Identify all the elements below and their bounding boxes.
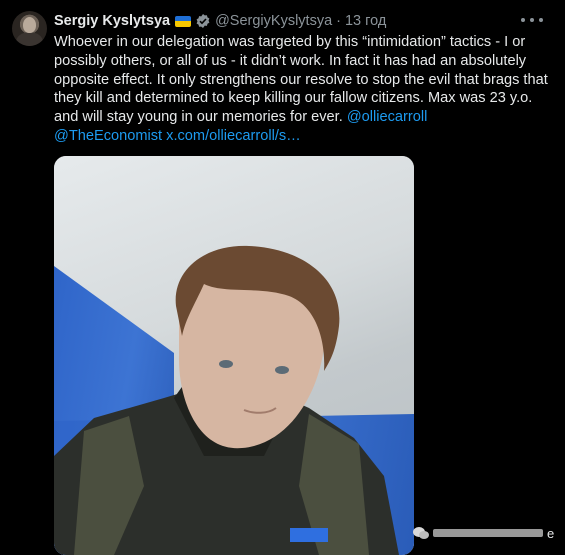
avatar-face bbox=[23, 17, 36, 33]
tweet-header: Sergiy Kyslytsya @SergiyKyslytsya · 13 г… bbox=[54, 11, 386, 31]
verified-badge-icon bbox=[195, 13, 211, 29]
mention-link[interactable]: @olliecarroll bbox=[347, 109, 428, 125]
mention-link-economist[interactable]: @TheEconomist bbox=[54, 128, 162, 144]
watermark-letter: e bbox=[547, 525, 555, 541]
url-link[interactable]: x.com/olliecarroll/s… bbox=[166, 128, 301, 144]
timestamp[interactable]: 13 год bbox=[345, 13, 386, 29]
tweet-text: Whoever in our delegation was targeted b… bbox=[54, 33, 549, 146]
photo-person bbox=[54, 245, 399, 555]
watermark: e bbox=[413, 525, 554, 541]
avatar-shoulders bbox=[16, 32, 43, 46]
separator-dot: · bbox=[336, 13, 341, 29]
profile-avatar[interactable] bbox=[12, 11, 47, 46]
wechat-icon bbox=[413, 527, 429, 539]
tweet-photo[interactable] bbox=[54, 156, 414, 555]
display-name[interactable]: Sergiy Kyslytsya bbox=[54, 13, 170, 29]
ukraine-flag-icon bbox=[175, 15, 192, 27]
tweet-body: Whoever in our delegation was targeted b… bbox=[54, 34, 548, 126]
user-handle[interactable]: @SergiyKyslytsya bbox=[215, 13, 332, 29]
watermark-text-blur bbox=[433, 529, 543, 537]
more-options-icon[interactable] bbox=[521, 12, 543, 28]
